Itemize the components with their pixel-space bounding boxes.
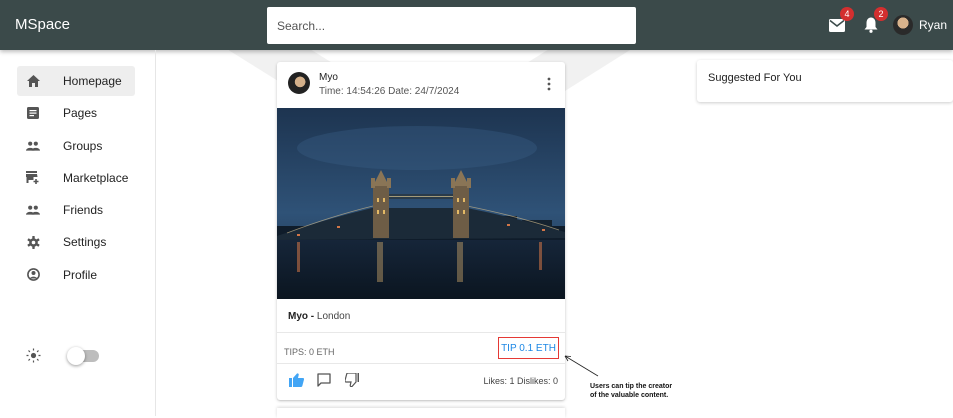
article-icon (26, 106, 40, 120)
app-logo[interactable]: MSpace (15, 16, 70, 33)
author-avatar[interactable] (288, 72, 310, 94)
top-app-bar: MSpace 4 2 Ryan (0, 0, 953, 50)
sidebar-item-homepage[interactable]: Homepage (17, 66, 135, 96)
people-icon (26, 203, 40, 217)
comment-icon (317, 373, 331, 387)
home-icon (26, 74, 40, 88)
sidebar-item-label: Groups (63, 138, 103, 153)
sidebar-item-label: Homepage (63, 74, 122, 88)
more-vert-icon[interactable] (547, 77, 551, 91)
post-header: Myo Time: 14:54:26 Date: 24/7/2024 (277, 62, 565, 108)
caption-author: Myo - (288, 311, 317, 322)
divider (277, 332, 565, 333)
notifications-button[interactable]: 2 (859, 7, 888, 37)
sidebar-item-marketplace[interactable]: Marketplace (17, 163, 135, 193)
sidebar-item-profile[interactable]: Profile (17, 260, 135, 290)
tip-button[interactable]: TIP 0.1 ETH (498, 337, 559, 359)
search-input[interactable] (267, 7, 636, 44)
sidebar-item-pages[interactable]: Pages (17, 98, 135, 128)
annotation-text: Users can tip the creator of the valuabl… (590, 382, 672, 400)
post-image[interactable] (277, 108, 565, 299)
thumb-down-icon (344, 373, 359, 387)
sidebar-item-label: Pages (63, 106, 98, 121)
theme-toggle[interactable] (67, 346, 99, 365)
people-icon (26, 139, 40, 153)
post-card: Myo Time: 14:54:26 Date: 24/7/2024 Myo -… (277, 62, 565, 400)
suggested-panel: Suggested For You (697, 60, 953, 102)
user-name[interactable]: Ryan (919, 18, 947, 32)
mail-icon (828, 18, 845, 32)
post-timestamp: Time: 14:54:26 Date: 24/7/2024 (319, 86, 460, 97)
like-button[interactable] (288, 372, 304, 388)
suggested-title: Suggested For You (708, 72, 802, 84)
sidebar: Homepage Pages Groups Marketplace Friend… (0, 50, 156, 416)
top-icons: 4 2 Ryan (825, 0, 953, 50)
mail-button[interactable]: 4 (825, 7, 854, 37)
mail-badge: 4 (839, 7, 854, 21)
account-circle-icon (26, 268, 40, 282)
toggle-knob (67, 346, 85, 365)
post-actions (288, 372, 372, 388)
comment-button[interactable] (316, 372, 332, 388)
tips-total: TIPS: 0 ETH (284, 347, 335, 357)
store-icon (26, 171, 40, 185)
sidebar-item-label: Marketplace (63, 170, 129, 185)
gear-icon (26, 235, 40, 249)
divider (277, 363, 565, 364)
theme-row (26, 346, 99, 365)
sidebar-item-settings[interactable]: Settings (17, 227, 135, 257)
sidebar-item-label: Profile (63, 267, 98, 282)
thumb-up-icon (288, 373, 304, 387)
sidebar-item-label: Friends (63, 203, 104, 218)
caption-text: London (316, 311, 351, 322)
reaction-counts: Likes: 1 Dislikes: 0 (483, 376, 558, 386)
notification-badge: 2 (873, 7, 888, 21)
sidebar-item-groups[interactable]: Groups (17, 131, 135, 161)
post-author[interactable]: Myo (319, 72, 338, 83)
annotation-line: Users can tip the creator (590, 383, 673, 390)
annotation-line: of the valuable content. (590, 392, 669, 399)
sidebar-nav: Homepage Pages Groups Marketplace Friend… (17, 66, 135, 292)
next-post-card (277, 408, 565, 418)
post-caption: Myo - London (288, 311, 350, 322)
sidebar-item-friends[interactable]: Friends (17, 195, 135, 225)
sidebar-item-label: Settings (63, 235, 107, 250)
sun-icon (26, 348, 41, 363)
dislike-button[interactable] (344, 372, 360, 388)
user-avatar[interactable] (892, 15, 913, 35)
